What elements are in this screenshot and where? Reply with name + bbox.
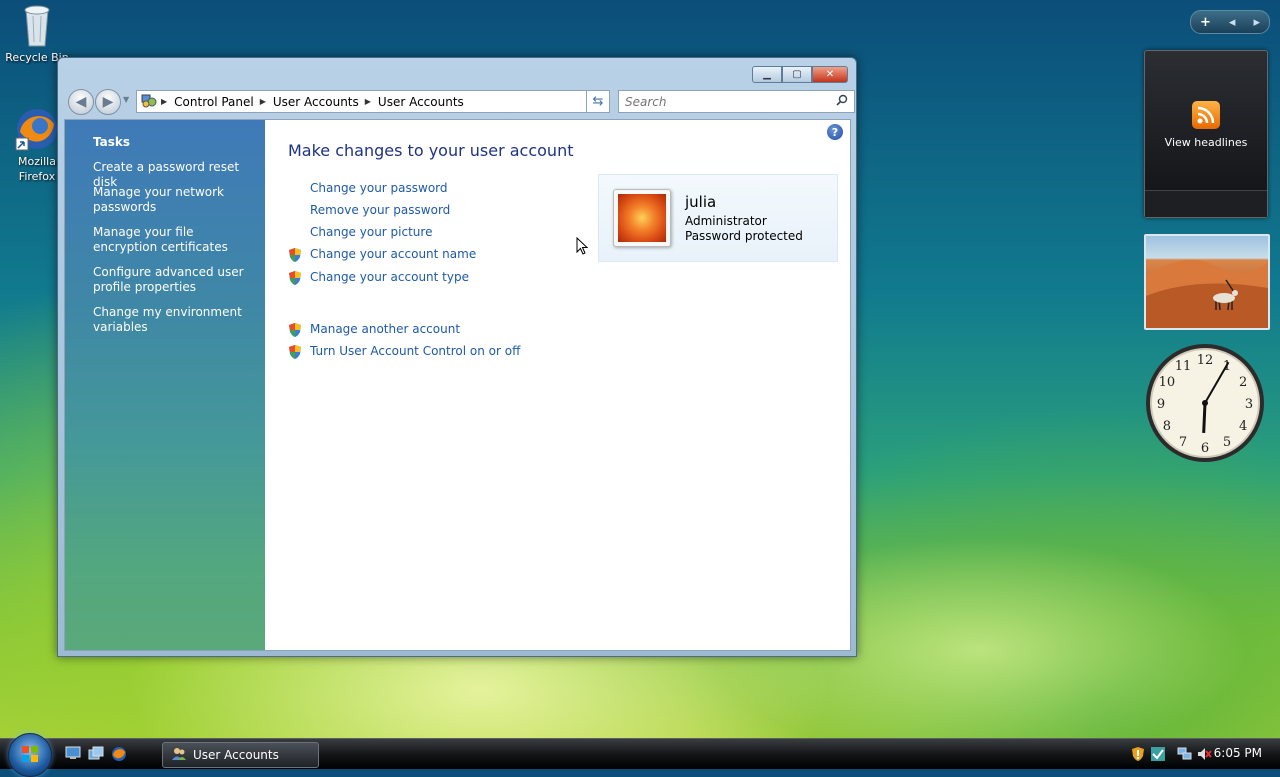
main-pane: ? Make changes to your user account Chan…: [265, 120, 850, 650]
breadcrumb-separator-icon[interactable]: ▶: [260, 97, 266, 106]
gadget-toolbar: + ◂ ▸: [1190, 10, 1270, 34]
user-name: julia: [685, 193, 717, 211]
user-picture-avatar: [613, 189, 671, 247]
tasks-pane: Tasks Create a password reset disk Manag…: [65, 120, 265, 650]
user-account-card: julia Administrator Password protected: [598, 174, 838, 262]
task-manage-file-encryption-certificates[interactable]: Manage your file encryption certificates: [93, 225, 253, 255]
uac-shield-icon: [288, 270, 302, 286]
tasks-heading: Tasks: [93, 135, 131, 149]
address-bar[interactable]: ▶ Control Panel ▶ User Accounts ▶ User A…: [136, 90, 604, 113]
user-role: Administrator: [685, 214, 767, 228]
forward-arrow-icon: ▶: [102, 94, 114, 110]
clock-number: 6: [1201, 441, 1209, 456]
page-title: Make changes to your user account: [288, 141, 574, 160]
clock-number: 9: [1157, 397, 1165, 412]
clock-number: 12: [1197, 353, 1214, 368]
security-alert-icon[interactable]: [1131, 746, 1147, 761]
breadcrumb-user-accounts[interactable]: User Accounts: [273, 95, 359, 109]
recycle-bin-desktop-icon[interactable]: Recycle Bin: [4, 2, 70, 65]
help-icon[interactable]: ?: [827, 124, 843, 140]
control-panel-icon: [141, 92, 157, 111]
user-accounts-window: ▁ ▢ ✕ ◀ ▶ ▼ ▶ Control Panel ▶ User Accou…: [57, 57, 857, 657]
windows-logo-icon: [21, 745, 39, 766]
gadget-next-button[interactable]: ▸: [1253, 15, 1260, 30]
change-account-type-link[interactable]: Change your account type: [310, 270, 469, 284]
view-headlines-label: View headlines: [1164, 136, 1248, 149]
search-box: [618, 90, 855, 113]
breadcrumb-user-accounts-current[interactable]: User Accounts: [378, 95, 464, 109]
breadcrumb-control-panel[interactable]: Control Panel: [174, 95, 254, 109]
system-clock[interactable]: 6:05 PM: [1214, 746, 1262, 760]
maximize-icon: ▢: [792, 69, 802, 80]
minimize-icon: ▁: [763, 69, 771, 80]
start-button[interactable]: [8, 733, 52, 777]
clock-number: 3: [1245, 397, 1253, 412]
recent-pages-chevron-icon[interactable]: ▼: [123, 95, 129, 104]
remove-password-link[interactable]: Remove your password: [310, 203, 450, 217]
user-password-status: Password protected: [685, 229, 803, 243]
clock-number: 11: [1175, 359, 1192, 374]
clock-gadget[interactable]: 121234567891011: [1144, 342, 1266, 464]
clock-number: 4: [1239, 419, 1247, 434]
breadcrumb-separator-icon[interactable]: ▶: [161, 97, 167, 106]
back-arrow-icon: ◀: [75, 94, 87, 110]
change-password-link[interactable]: Change your password: [310, 181, 448, 195]
taskbar-button-label: User Accounts: [193, 748, 279, 762]
clock-face: 121234567891011: [1146, 344, 1264, 462]
clock-number: 8: [1163, 419, 1171, 434]
clock-number: 10: [1159, 375, 1176, 390]
taskbar-button-user-accounts[interactable]: User Accounts: [162, 742, 319, 768]
minimize-button[interactable]: ▁: [752, 66, 782, 83]
caption-buttons: ▁ ▢ ✕: [752, 66, 848, 83]
uac-shield-icon: [288, 344, 302, 360]
add-gadget-button[interactable]: +: [1200, 15, 1211, 30]
manage-another-account-link[interactable]: Manage another account: [310, 322, 460, 336]
mouse-cursor-icon: [576, 236, 589, 258]
task-configure-advanced-profile[interactable]: Configure advanced user profile properti…: [93, 265, 253, 295]
feed-headlines-gadget[interactable]: View headlines: [1144, 50, 1268, 218]
refresh-button[interactable]: ⇆: [586, 90, 610, 113]
clock-number: 2: [1239, 375, 1247, 390]
uac-shield-icon: [288, 247, 302, 263]
search-input[interactable]: [623, 93, 832, 110]
uac-shield-icon: [288, 322, 302, 338]
recycle-bin-icon: [20, 2, 54, 48]
back-button[interactable]: ◀: [68, 89, 94, 115]
task-manage-network-passwords[interactable]: Manage your network passwords: [93, 185, 253, 215]
search-icon[interactable]: [836, 94, 848, 109]
firefox-quicklaunch-icon[interactable]: [111, 746, 127, 761]
gadget-prev-button[interactable]: ◂: [1229, 15, 1236, 30]
show-desktop-icon[interactable]: [65, 746, 81, 760]
clock-number: 7: [1179, 435, 1187, 450]
close-icon: ✕: [825, 69, 835, 80]
oryx-desert-photo: [1146, 259, 1268, 328]
change-account-name-link[interactable]: Change your account name: [310, 247, 476, 261]
maximize-button[interactable]: ▢: [782, 66, 812, 83]
volume-muted-icon[interactable]: [1196, 746, 1212, 760]
rss-icon: [1192, 101, 1220, 129]
network-icon[interactable]: [1177, 746, 1193, 760]
taskbar: User Accounts 6:05 PM: [0, 733, 1280, 777]
forward-button[interactable]: ▶: [95, 89, 121, 115]
slideshow-gadget[interactable]: [1144, 234, 1270, 330]
clock-hour-hand: [1202, 402, 1207, 434]
clock-number: 5: [1223, 435, 1231, 450]
windows-defender-icon[interactable]: [1150, 746, 1166, 761]
firefox-icon: [14, 106, 60, 152]
breadcrumb-separator-icon[interactable]: ▶: [365, 97, 371, 106]
switch-windows-icon[interactable]: [88, 746, 104, 760]
close-button[interactable]: ✕: [812, 66, 848, 83]
feed-gadget-footer: [1145, 190, 1267, 217]
task-change-environment-variables[interactable]: Change my environment variables: [93, 305, 253, 335]
toggle-uac-link[interactable]: Turn User Account Control on or off: [310, 344, 520, 358]
navigation-bar: ◀ ▶ ▼ ▶ Control Panel ▶ User Accounts ▶ …: [66, 88, 855, 116]
content-area: Tasks Create a password reset disk Manag…: [64, 119, 851, 651]
refresh-icon: ⇆: [592, 94, 604, 109]
change-picture-link[interactable]: Change your picture: [310, 225, 432, 239]
flower-picture: [618, 194, 666, 242]
user-accounts-icon: [171, 746, 187, 765]
